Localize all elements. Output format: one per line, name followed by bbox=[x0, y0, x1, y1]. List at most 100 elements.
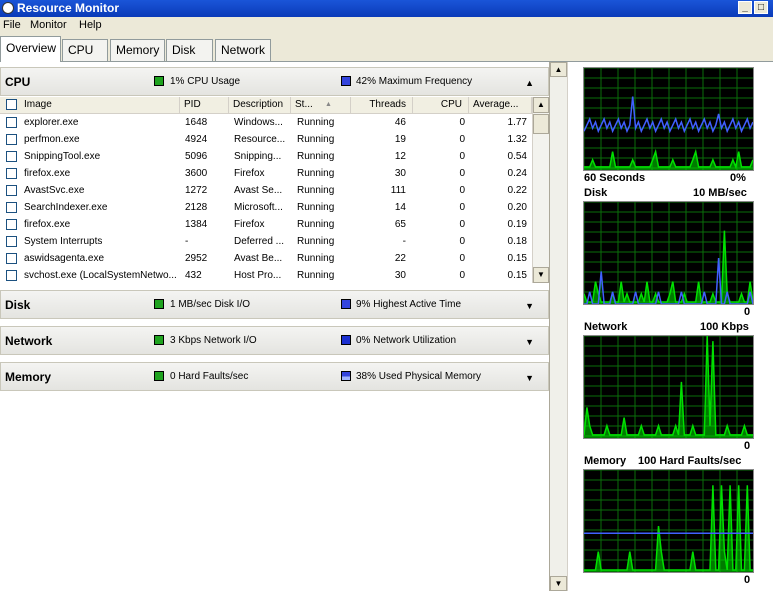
row-checkbox[interactable] bbox=[6, 117, 17, 128]
table-row[interactable]: SnippingTool.exe 5096 Snipping... Running 12… bbox=[0, 148, 532, 165]
menu-bar: File Monitor Help bbox=[0, 17, 773, 34]
column-header-threads[interactable]: Threads bbox=[351, 97, 413, 114]
table-cell: Running bbox=[297, 117, 335, 128]
row-checkbox[interactable] bbox=[6, 168, 17, 179]
cpu-graph-scale-label: 0% bbox=[730, 172, 746, 184]
scroll-up-icon[interactable]: ▲ bbox=[533, 97, 549, 113]
sort-arrow-icon: ▲ bbox=[325, 101, 332, 108]
collapse-arrow-icon[interactable]: ▲ bbox=[525, 78, 534, 88]
table-row[interactable]: System Interrupts - Deferred ... Running - 0 0… bbox=[0, 233, 532, 250]
column-header-pid[interactable]: PID bbox=[180, 97, 229, 114]
table-cell: explorer.exe bbox=[24, 117, 79, 128]
column-header-description[interactable]: Description bbox=[229, 97, 291, 114]
expand-arrow-icon[interactable]: ▼ bbox=[525, 301, 534, 311]
table-row[interactable]: SearchIndexer.exe 2128 Microsoft... Running… bbox=[0, 199, 532, 216]
table-cell: firefox.exe bbox=[24, 168, 71, 179]
blue-legend-square bbox=[341, 299, 351, 309]
graphs-scrollbar[interactable]: ▲ ▼ bbox=[550, 62, 568, 591]
cpu-frequency-stat: 42% Maximum Frequency bbox=[356, 76, 473, 87]
column-header-cpu[interactable]: CPU bbox=[413, 97, 469, 114]
column-header-average[interactable]: Average... bbox=[469, 97, 532, 114]
table-cell: 0.54 bbox=[507, 151, 527, 162]
row-checkbox[interactable] bbox=[6, 270, 17, 281]
table-cell: 111 bbox=[390, 185, 406, 196]
physical-memory-stat: 38% Used Physical Memory bbox=[356, 371, 482, 382]
table-cell: 0 bbox=[459, 236, 465, 247]
row-checkbox[interactable] bbox=[6, 253, 17, 264]
table-cell: 1.77 bbox=[507, 117, 527, 128]
column-header-image[interactable]: Image bbox=[0, 97, 180, 114]
table-cell: Running bbox=[297, 168, 335, 179]
disk-graph-min: 0 bbox=[744, 306, 751, 318]
row-checkbox[interactable] bbox=[6, 202, 17, 213]
table-cell: 5096 bbox=[185, 151, 208, 162]
table-cell: 0 bbox=[459, 219, 465, 230]
table-row[interactable]: firefox.exe 3600 Firefox Running 30 0 0.24 bbox=[0, 165, 532, 182]
memory-section-title: Memory bbox=[5, 370, 52, 384]
table-cell: 0.19 bbox=[507, 219, 527, 230]
cpu-usage-stat: 1% CPU Usage bbox=[170, 76, 241, 87]
network-section-header[interactable]: Network 3 Kbps Network I/O 0% Network Ut… bbox=[0, 326, 549, 355]
table-cell: 1648 bbox=[185, 117, 208, 128]
scroll-up-icon[interactable]: ▲ bbox=[550, 62, 567, 77]
table-cell: 432 bbox=[185, 270, 202, 281]
table-cell: 65 bbox=[394, 219, 406, 230]
disk-io-stat: 1 MB/sec Disk I/O bbox=[170, 299, 251, 310]
select-all-checkbox[interactable] bbox=[6, 99, 17, 110]
table-cell: 0 bbox=[459, 168, 465, 179]
scroll-down-icon[interactable]: ▼ bbox=[550, 576, 567, 591]
tab-network[interactable]: Network bbox=[215, 39, 271, 61]
table-cell: aswidsagenta.exe bbox=[24, 253, 105, 264]
table-cell: SearchIndexer.exe bbox=[24, 202, 108, 213]
table-cell: 22 bbox=[394, 253, 406, 264]
table-cell: 0.18 bbox=[507, 236, 527, 247]
green-legend-square bbox=[154, 76, 164, 86]
tab-disk[interactable]: Disk bbox=[166, 39, 213, 61]
table-cell: perfmon.exe bbox=[24, 134, 80, 145]
column-header-status[interactable]: St... ▲ bbox=[291, 97, 351, 114]
table-cell: 0.20 bbox=[507, 202, 527, 213]
table-row[interactable]: firefox.exe 1384 Firefox Running 65 0 0.19 bbox=[0, 216, 532, 233]
menu-monitor[interactable]: Monitor bbox=[30, 19, 67, 31]
table-cell: Running bbox=[297, 253, 335, 264]
disk-section-title: Disk bbox=[5, 298, 31, 312]
disk-active-time-stat: 9% Highest Active Time bbox=[356, 299, 462, 310]
row-checkbox[interactable] bbox=[6, 134, 17, 145]
table-scrollbar[interactable]: ▲ ▼ bbox=[532, 97, 549, 283]
expand-arrow-icon[interactable]: ▼ bbox=[525, 337, 534, 347]
scroll-down-icon[interactable]: ▼ bbox=[533, 267, 549, 283]
expand-arrow-icon[interactable]: ▼ bbox=[525, 373, 534, 383]
table-row[interactable]: explorer.exe 1648 Windows... Running 46 0 1.77 bbox=[0, 114, 532, 131]
row-checkbox[interactable] bbox=[6, 236, 17, 247]
network-io-stat: 3 Kbps Network I/O bbox=[170, 335, 257, 346]
table-row[interactable]: svchost.exe (LocalSystemNetwo... 432 Host … bbox=[0, 267, 532, 284]
maximize-button[interactable]: □ bbox=[754, 1, 768, 14]
tab-overview[interactable]: Overview bbox=[0, 36, 61, 62]
table-cell: Running bbox=[297, 270, 335, 281]
row-checkbox[interactable] bbox=[6, 185, 17, 196]
menu-help[interactable]: Help bbox=[79, 19, 102, 31]
table-cell: 4924 bbox=[185, 134, 208, 145]
table-cell: 12 bbox=[394, 151, 406, 162]
table-row[interactable]: perfmon.exe 4924 Resource... Running 19 0 1.32 bbox=[0, 131, 532, 148]
minimize-button[interactable]: _ bbox=[738, 1, 752, 14]
scroll-thumb[interactable] bbox=[533, 114, 549, 134]
tab-strip: Overview CPU Memory Disk Network bbox=[0, 34, 773, 62]
row-checkbox[interactable] bbox=[6, 219, 17, 230]
table-row[interactable]: AvastSvc.exe 1272 Avast Se... Running 111 0 0.… bbox=[0, 182, 532, 199]
tab-memory[interactable]: Memory bbox=[110, 39, 165, 61]
cpu-section-header[interactable]: CPU 1% CPU Usage 42% Maximum Frequency ▲ bbox=[0, 67, 549, 96]
table-cell: 14 bbox=[394, 202, 406, 213]
row-checkbox[interactable] bbox=[6, 151, 17, 162]
cpu-graph-time-label: 60 Seconds bbox=[584, 172, 646, 184]
table-cell: 0 bbox=[459, 117, 465, 128]
table-cell: 19 bbox=[394, 134, 406, 145]
cpu-process-table: Image PID Description St... ▲ Threads CP… bbox=[0, 97, 549, 283]
table-cell: 1272 bbox=[185, 185, 208, 196]
memory-section-header[interactable]: Memory 0 Hard Faults/sec 38% Used Physic… bbox=[0, 362, 549, 391]
table-row[interactable]: aswidsagenta.exe 2952 Avast Be... Running 22… bbox=[0, 250, 532, 267]
menu-file[interactable]: File bbox=[3, 19, 21, 31]
tab-cpu[interactable]: CPU bbox=[62, 39, 108, 61]
disk-section-header[interactable]: Disk 1 MB/sec Disk I/O 9% Highest Active… bbox=[0, 290, 549, 319]
table-cell: Microsoft... bbox=[234, 202, 283, 213]
